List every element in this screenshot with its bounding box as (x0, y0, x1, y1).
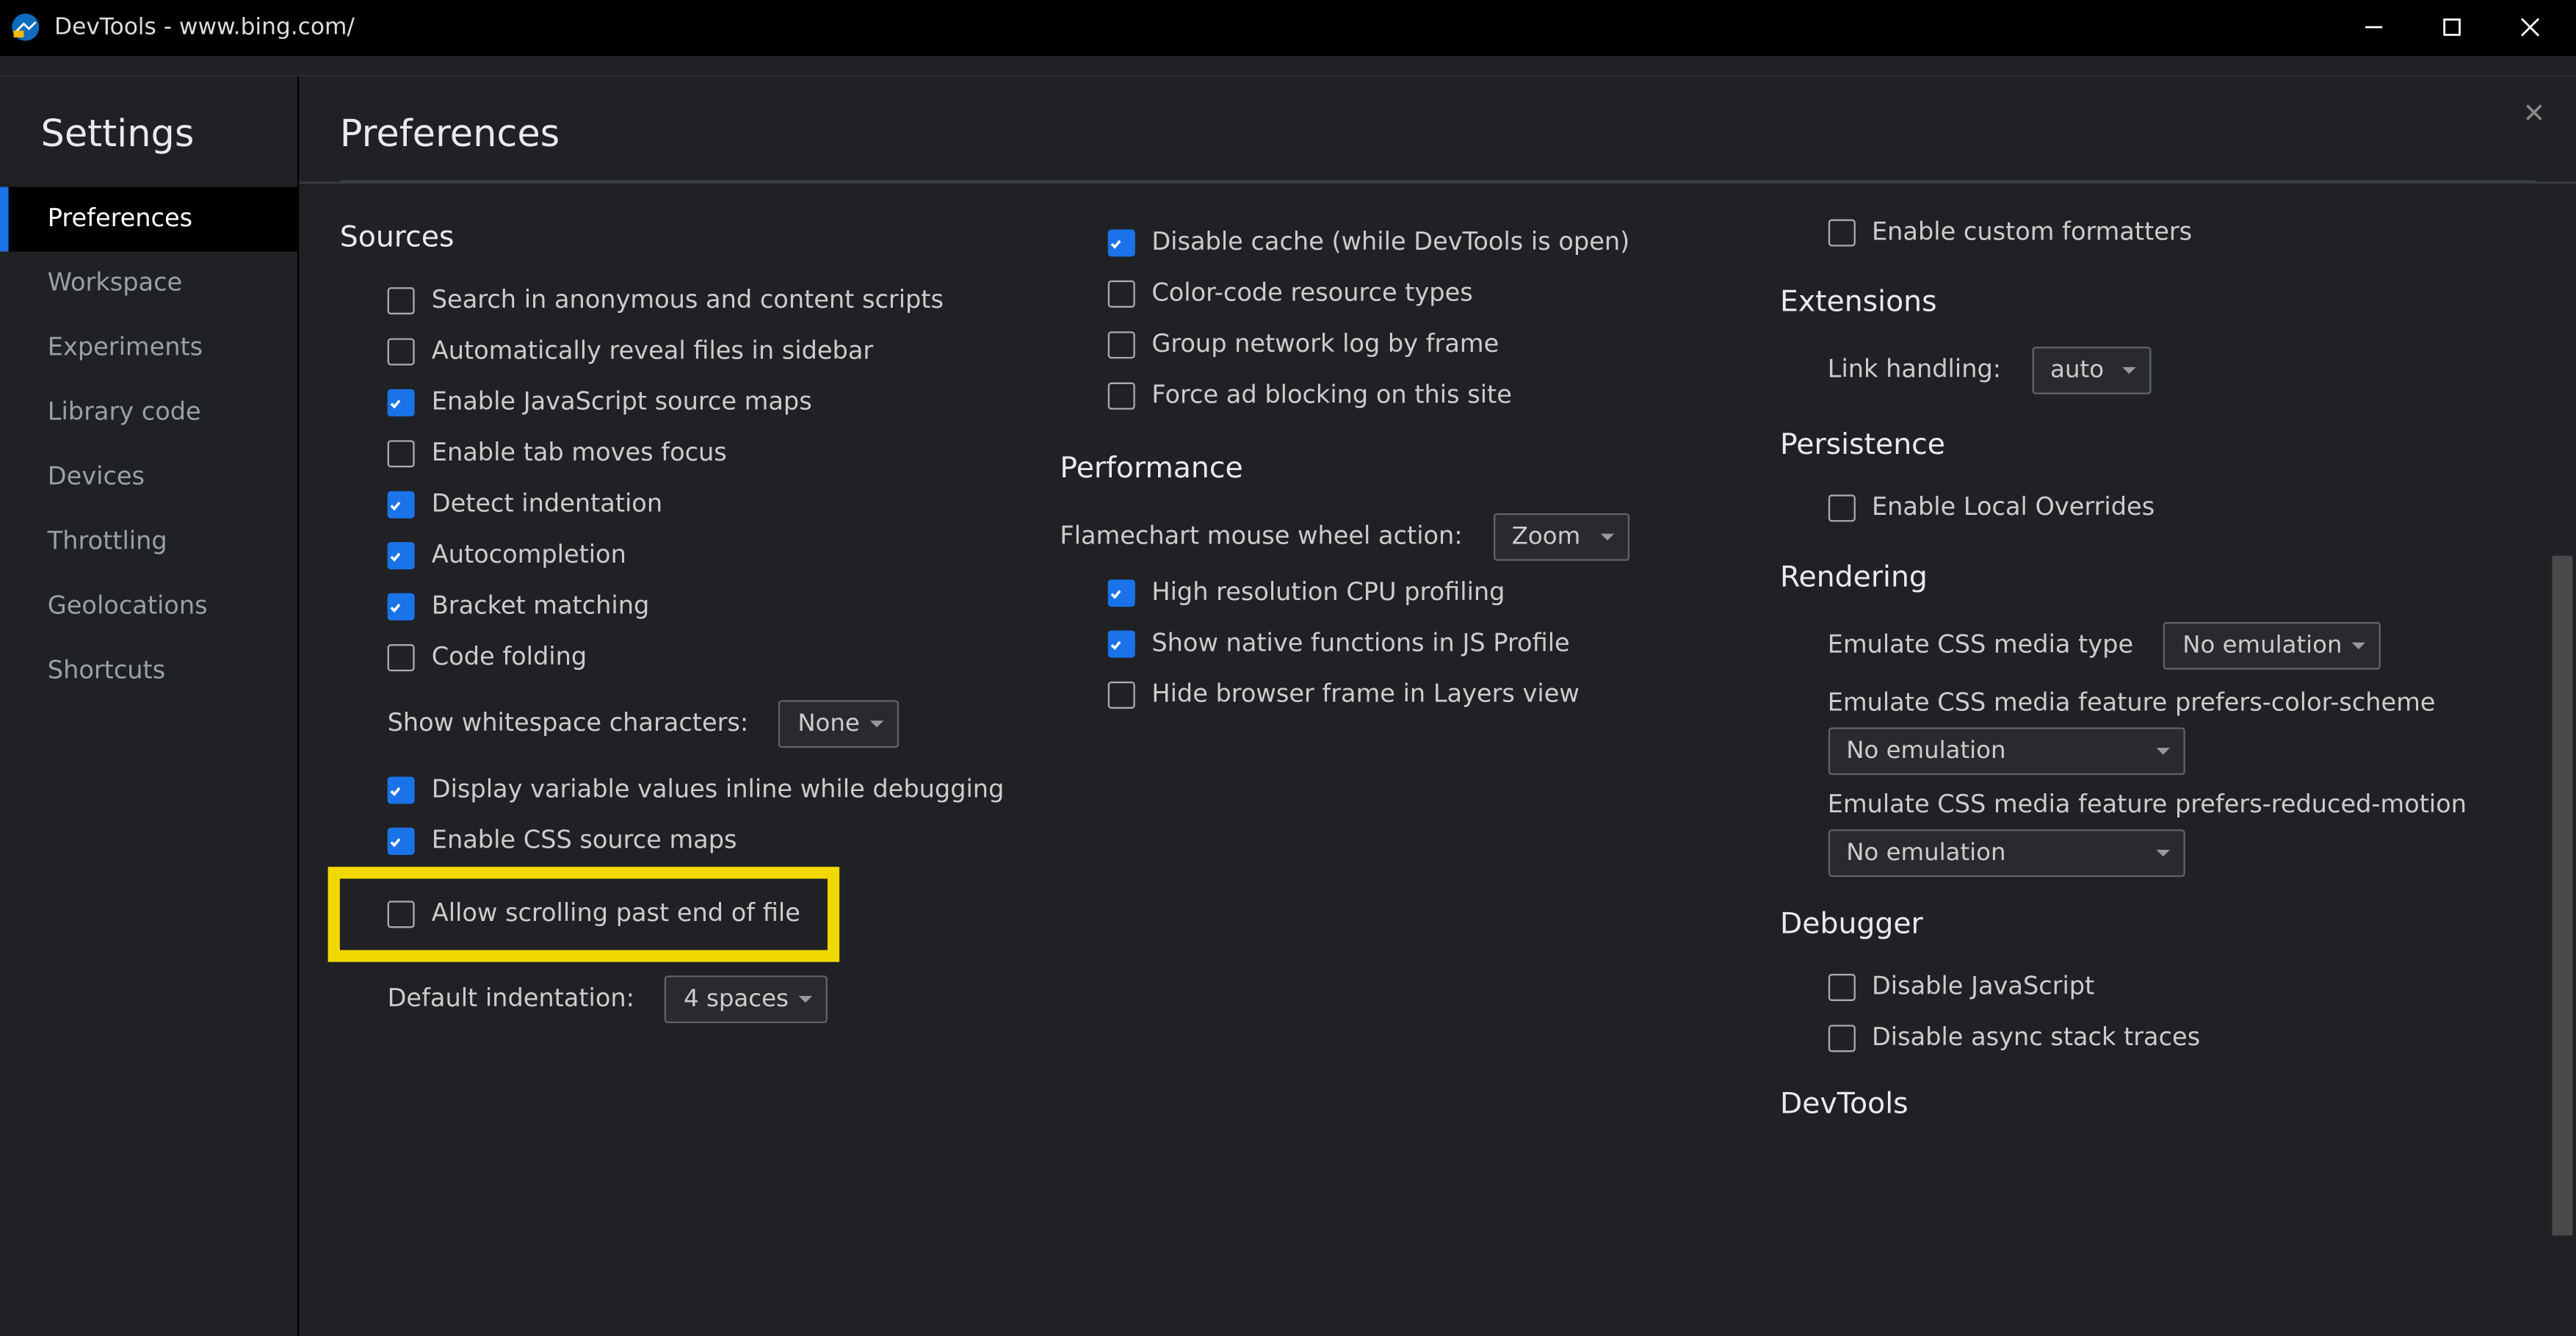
window-minimize-button[interactable] (2334, 1, 2412, 52)
cb-high-res-cpu[interactable]: High resolution CPU profiling (1107, 579, 1505, 607)
cb-disable-async-stack[interactable]: Disable async stack traces (1828, 1025, 2200, 1052)
settings-sidebar: Settings Preferences Workspace Experimen… (0, 76, 299, 1336)
section-debugger: Debugger (1780, 908, 2518, 942)
title-bar: DevTools - www.bing.com/ (0, 0, 2576, 54)
sidebar-item-preferences[interactable]: Preferences (0, 187, 297, 252)
col-misc: Enable custom formatters Extensions Link… (1780, 207, 2535, 1317)
section-extensions: Extensions (1780, 286, 2518, 319)
cb-disable-cache[interactable]: Disable cache (while DevTools is open) (1107, 229, 1629, 256)
col-network-perf: Disable cache (while DevTools is open) C… (1060, 207, 1780, 1317)
sidebar-item-devices[interactable]: Devices (0, 445, 297, 510)
window-maximize-button[interactable] (2413, 1, 2491, 52)
cb-search-anonymous[interactable]: Search in anonymous and content scripts (388, 287, 944, 314)
flamechart-label: Flamechart mouse wheel action: (1060, 524, 1462, 551)
sidebar-item-workspace[interactable]: Workspace (0, 251, 297, 316)
emulate-media-label: Emulate CSS media type (1828, 632, 2133, 660)
scrollbar-thumb[interactable] (2553, 556, 2573, 1236)
sidebar-item-geolocations[interactable]: Geolocations (0, 574, 297, 639)
cb-color-code-resources[interactable]: Color-code resource types (1107, 281, 1473, 308)
cb-disable-js[interactable]: Disable JavaScript (1828, 974, 2095, 1001)
devtools-app-icon (10, 12, 41, 43)
cb-group-by-frame[interactable]: Group network log by frame (1107, 331, 1499, 358)
emulate-motion-label: Emulate CSS media feature prefers-reduce… (1828, 792, 2519, 819)
link-handling-label: Link handling: (1828, 357, 2001, 384)
cb-local-overrides[interactable]: Enable Local Overrides (1828, 494, 2154, 521)
cb-css-source-maps[interactable]: Enable CSS source maps (388, 828, 737, 855)
section-sources: Sources (340, 221, 1043, 255)
preferences-panel: ✕ Preferences Sources Search in anonymou… (299, 76, 2576, 1336)
settings-title: Settings (0, 114, 297, 187)
indent-select[interactable]: 4 spaces (665, 975, 828, 1023)
sidebar-item-library-code[interactable]: Library code (0, 380, 297, 445)
highlighted-setting: Allow scrolling past end of file (328, 867, 839, 962)
cb-detect-indentation[interactable]: Detect indentation (388, 491, 663, 519)
cb-native-js-profile[interactable]: Show native functions in JS Profile (1107, 630, 1570, 657)
cb-js-source-maps[interactable]: Enable JavaScript source maps (388, 389, 812, 416)
emulate-media-select[interactable]: No emulation (2164, 622, 2381, 670)
cb-autocompletion[interactable]: Autocompletion (388, 542, 626, 569)
link-handling-select[interactable]: auto (2032, 347, 2151, 394)
section-devtools: DevTools (1780, 1088, 2518, 1122)
cb-auto-reveal[interactable]: Automatically reveal files in sidebar (388, 338, 874, 365)
cb-custom-formatters[interactable]: Enable custom formatters (1828, 220, 2192, 247)
cb-bracket-matching[interactable]: Bracket matching (388, 593, 650, 621)
sidebar-item-shortcuts[interactable]: Shortcuts (0, 639, 297, 704)
sidebar-item-experiments[interactable]: Experiments (0, 316, 297, 380)
cb-code-folding[interactable]: Code folding (388, 644, 587, 671)
cb-tab-moves-focus[interactable]: Enable tab moves focus (388, 440, 727, 467)
emulate-color-select[interactable]: No emulation (1828, 727, 2185, 775)
preferences-scrollbar[interactable] (2549, 199, 2572, 1329)
section-rendering: Rendering (1780, 561, 2518, 595)
section-persistence: Persistence (1780, 428, 2518, 462)
emulate-color-label: Emulate CSS media feature prefers-color-… (1828, 690, 2519, 717)
whitespace-label: Show whitespace characters: (388, 710, 749, 737)
window-close-button[interactable] (2491, 1, 2569, 52)
flamechart-select[interactable]: Zoom (1493, 513, 1629, 561)
cb-display-var-inline[interactable]: Display variable values inline while deb… (388, 776, 1005, 804)
indent-label: Default indentation: (388, 986, 634, 1013)
emulate-motion-select[interactable]: No emulation (1828, 829, 2185, 877)
whitespace-select[interactable]: None (779, 700, 899, 748)
col-sources: Sources Search in anonymous and content … (340, 207, 1060, 1317)
cb-force-adblock[interactable]: Force ad blocking on this site (1107, 383, 1512, 410)
section-performance: Performance (1060, 452, 1762, 486)
cb-hide-browser-frame[interactable]: Hide browser frame in Layers view (1107, 682, 1580, 709)
close-settings-button[interactable]: ✕ (2522, 97, 2545, 129)
window-title: DevTools - www.bing.com/ (54, 14, 355, 41)
page-title: Preferences (340, 76, 2536, 181)
cb-scroll-past-eof[interactable]: Allow scrolling past end of file (388, 900, 800, 928)
sidebar-item-throttling[interactable]: Throttling (0, 510, 297, 574)
